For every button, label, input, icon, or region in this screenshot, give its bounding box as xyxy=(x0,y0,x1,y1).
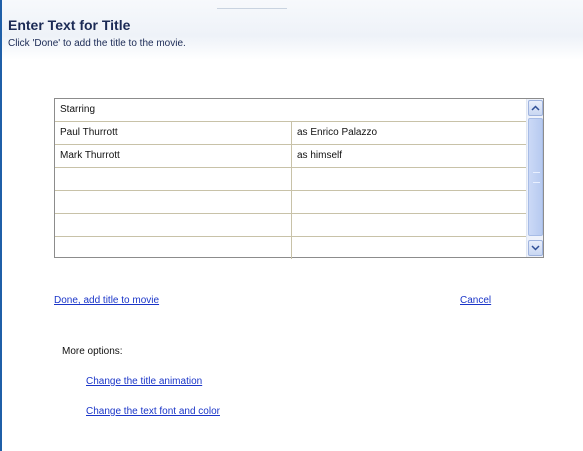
table-row[interactable]: Mark Thurrott as himself xyxy=(55,145,526,168)
scroll-up-button[interactable] xyxy=(528,100,543,116)
table-scrollbar[interactable] xyxy=(526,99,543,257)
title-role-cell[interactable]: as Enrico Palazzo xyxy=(292,122,526,144)
title-role-cell[interactable] xyxy=(292,214,526,236)
title-role-cell[interactable] xyxy=(292,168,526,190)
scroll-down-button[interactable] xyxy=(528,240,543,256)
table-row[interactable]: Paul Thurrott as Enrico Palazzo xyxy=(55,122,526,145)
title-name-cell[interactable] xyxy=(55,214,292,236)
title-text-table[interactable]: Starring Paul Thurrott as Enrico Palazzo… xyxy=(54,98,544,259)
table-row[interactable] xyxy=(55,214,526,237)
scroll-thumb[interactable] xyxy=(528,118,543,236)
more-options-label: More options: xyxy=(62,346,123,357)
chevron-up-icon xyxy=(531,105,540,111)
title-name-cell[interactable]: Mark Thurrott xyxy=(55,145,292,167)
header-divider xyxy=(217,8,287,9)
cancel-link[interactable]: Cancel xyxy=(460,295,491,306)
title-name-cell[interactable] xyxy=(55,168,292,190)
task-header: Enter Text for Title Click 'Done' to add… xyxy=(2,0,583,60)
title-name-cell[interactable] xyxy=(55,237,292,259)
window-left-border xyxy=(0,0,2,451)
done-add-title-link[interactable]: Done, add title to movie xyxy=(54,295,159,306)
table-row[interactable]: Starring xyxy=(55,99,526,122)
title-role-cell[interactable]: as himself xyxy=(292,145,526,167)
title-editor-window: Enter Text for Title Click 'Done' to add… xyxy=(0,0,583,451)
title-text-grid: Starring Paul Thurrott as Enrico Palazzo… xyxy=(55,99,526,259)
title-heading-cell[interactable]: Starring xyxy=(55,99,526,121)
title-role-cell[interactable] xyxy=(292,191,526,213)
title-role-cell[interactable] xyxy=(292,237,526,259)
table-row[interactable] xyxy=(55,168,526,191)
chevron-down-icon xyxy=(531,245,540,251)
change-title-animation-link[interactable]: Change the title animation xyxy=(86,376,202,387)
page-subtitle: Click 'Done' to add the title to the mov… xyxy=(8,38,186,49)
scroll-grip xyxy=(533,172,540,183)
table-row[interactable] xyxy=(55,237,526,259)
table-row[interactable] xyxy=(55,191,526,214)
title-name-cell[interactable] xyxy=(55,191,292,213)
title-name-cell[interactable]: Paul Thurrott xyxy=(55,122,292,144)
page-title: Enter Text for Title xyxy=(8,17,131,33)
change-font-color-link[interactable]: Change the text font and color xyxy=(86,406,220,417)
